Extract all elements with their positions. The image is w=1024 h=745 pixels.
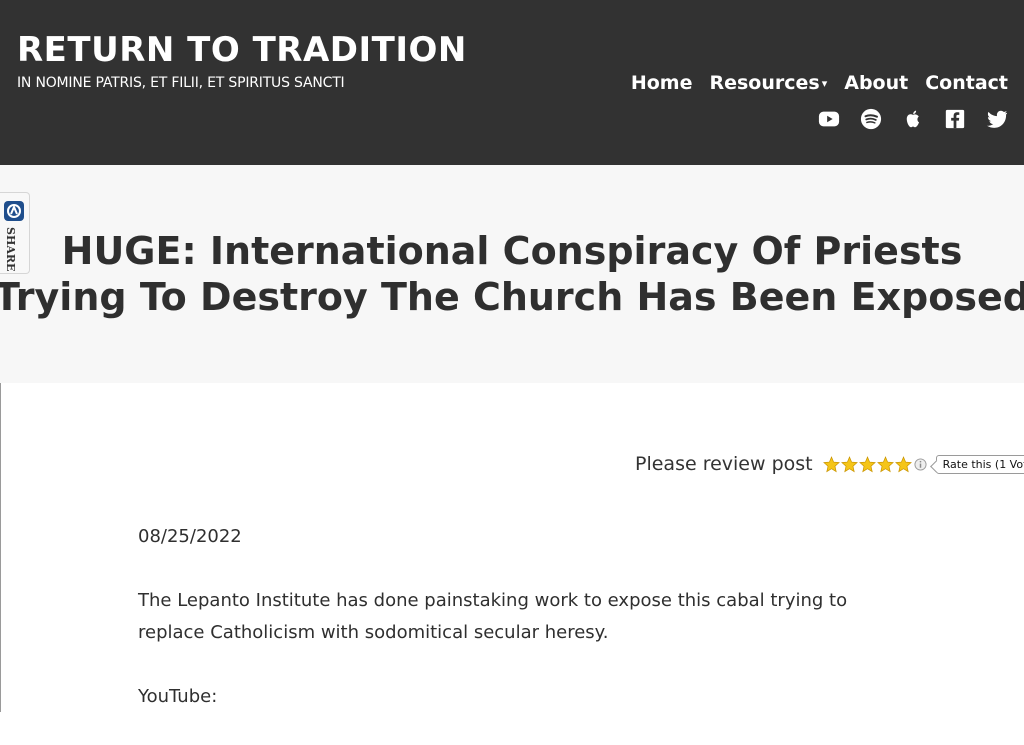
- post-paragraph: The Lepanto Institute has done painstaki…: [138, 590, 848, 643]
- site-title[interactable]: RETURN TO TRADITION: [17, 30, 467, 70]
- site-header: RETURN TO TRADITION IN NOMINE PATRIS, ET…: [0, 0, 1024, 165]
- info-icon[interactable]: [914, 457, 927, 471]
- rating-label: Please review post: [635, 453, 813, 475]
- rate-tooltip: Rate this (1 Votes): [935, 454, 1024, 474]
- post-title: HUGE: International Conspiracy Of Priest…: [0, 229, 1024, 319]
- nav-home-link[interactable]: Home: [631, 70, 693, 97]
- site-tagline: IN NOMINE PATRIS, ET FILII, ET SPIRITUS …: [17, 75, 345, 91]
- post-date: 08/25/2022: [138, 526, 242, 547]
- nav-about-link[interactable]: About: [844, 70, 908, 97]
- youtube-icon[interactable]: [818, 108, 840, 130]
- star-icon[interactable]: [876, 455, 894, 473]
- nav-contact-link[interactable]: Contact: [925, 70, 1008, 97]
- chevron-down-icon: ▾: [821, 76, 828, 90]
- rating-stars: [822, 455, 912, 473]
- post-hero: HUGE: International Conspiracy Of Priest…: [0, 165, 1024, 383]
- spotify-icon[interactable]: [860, 108, 882, 130]
- nav-resources-label: Resources: [709, 72, 820, 94]
- share-label: SHARE: [4, 227, 17, 272]
- post-content: 08/25/2022 The Lepanto Institute has don…: [138, 521, 898, 745]
- social-links: [818, 108, 1008, 130]
- youtube-label: YouTube:: [138, 686, 218, 707]
- share-widget-tab[interactable]: SHARE: [0, 192, 30, 274]
- star-icon[interactable]: [822, 455, 840, 473]
- twitter-icon[interactable]: [986, 108, 1008, 130]
- star-icon[interactable]: [894, 455, 912, 473]
- nav-resources-link[interactable]: Resources ▾: [709, 70, 827, 97]
- share-logo-icon: [4, 201, 24, 221]
- main-nav: Home Resources ▾ About Contact: [631, 70, 1008, 97]
- star-icon[interactable]: [858, 455, 876, 473]
- star-icon[interactable]: [840, 455, 858, 473]
- facebook-icon[interactable]: [944, 108, 966, 130]
- apple-icon[interactable]: [902, 108, 924, 130]
- post-rating: Please review post Rate this (1 Votes): [635, 453, 1024, 475]
- page-edge-divider: [0, 383, 1, 712]
